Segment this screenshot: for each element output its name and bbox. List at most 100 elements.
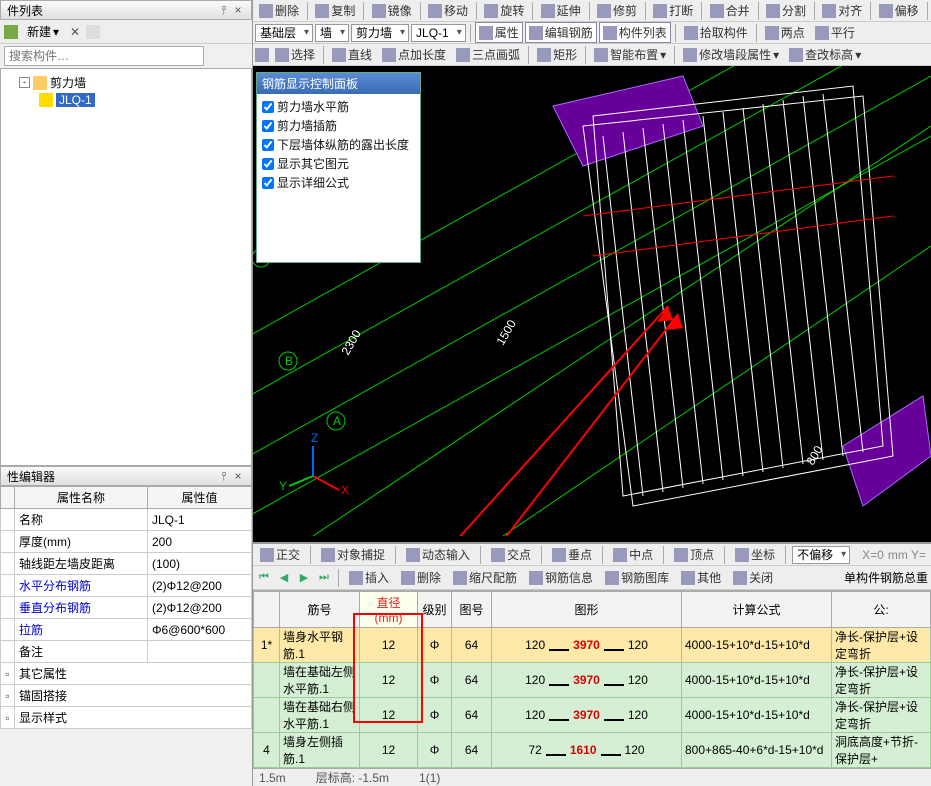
grid-其他[interactable]: 其他	[677, 567, 725, 588]
rebar-table[interactable]: 筋号直径(mm)级别图号图形计算公式公: 1* 墙身水平钢筋.1 12 Φ 64…	[253, 591, 931, 768]
prop-group[interactable]: 显示样式	[15, 707, 252, 729]
pin-icon[interactable]: ⫯	[217, 469, 231, 484]
new-button[interactable]: 新建 ▾	[22, 21, 64, 42]
checkbox[interactable]	[262, 177, 274, 189]
draw-选择[interactable]: 选择	[271, 44, 319, 65]
nav-btn[interactable]: ⏭	[316, 570, 332, 586]
rebar-option[interactable]: 显示详细公式	[262, 173, 415, 192]
copy-icon[interactable]	[86, 25, 100, 39]
col-header[interactable]: 图形	[492, 592, 682, 628]
rebar-name[interactable]: 墙身水平钢筋.1	[280, 628, 360, 663]
rebar-option[interactable]: 剪力墙插筋	[262, 116, 415, 135]
snap-垂点[interactable]: 垂点	[548, 544, 596, 565]
grid-删除[interactable]: 删除	[397, 567, 445, 588]
expand-icon[interactable]: ▫	[1, 663, 15, 685]
btn-属性[interactable]: 属性	[475, 22, 523, 43]
draw-智能布置[interactable]: 智能布置▾	[590, 44, 670, 65]
tool-旋转[interactable]: 旋转	[480, 0, 528, 21]
dropdown-剪力墙[interactable]: 剪力墙	[351, 24, 409, 42]
viewport-3d[interactable]: A B C 2300 1500 800 Z X Y	[253, 66, 931, 542]
prop-group[interactable]: 锚固搭接	[15, 685, 252, 707]
prop-group[interactable]: 其它属性	[15, 663, 252, 685]
tool-延伸[interactable]: 延伸	[537, 0, 585, 21]
col-header[interactable]: 筋号	[280, 592, 360, 628]
snap-正交[interactable]: 正交	[256, 544, 304, 565]
cursor-icon[interactable]	[255, 48, 269, 62]
rebar-option[interactable]: 显示其它图元	[262, 154, 415, 173]
snap-交点[interactable]: 交点	[487, 544, 535, 565]
dropdown-JLQ-1[interactable]: JLQ-1	[411, 24, 466, 42]
btn-构件列表[interactable]: 构件列表	[599, 22, 671, 43]
tool-打断[interactable]: 打断	[649, 0, 697, 21]
prop-name[interactable]: 厚度(mm)	[15, 531, 148, 553]
draw-修改墙段属性[interactable]: 修改墙段属性▾	[679, 44, 783, 65]
nav-btn[interactable]: ▶	[296, 570, 312, 586]
prop-name[interactable]: 垂直分布钢筋	[15, 597, 148, 619]
tree-node-shearwall[interactable]: - 剪力墙	[5, 73, 247, 92]
table-row[interactable]: 墙在基础左侧水平筋.1 12 Φ 64 1203970120 4000-15+1…	[254, 663, 931, 698]
tool-分割[interactable]: 分割	[762, 0, 810, 21]
property-table[interactable]: 属性名称属性值 名称JLQ-1厚度(mm)200轴线距左墙皮距离(100)水平分…	[0, 486, 252, 729]
table-row[interactable]: 墙在基础右侧水平筋.1 12 Φ 64 1203970120 4000-15+1…	[254, 698, 931, 733]
expand-icon[interactable]: ▫	[1, 685, 15, 707]
rebar-name[interactable]: 墙在基础右侧水平筋.1	[280, 698, 360, 733]
search-input[interactable]	[4, 46, 204, 66]
prop-value[interactable]: (2)Φ12@200	[147, 597, 251, 619]
btn-拾取构件[interactable]: 拾取构件	[680, 22, 752, 43]
close-icon[interactable]: ×	[231, 469, 245, 483]
prop-name[interactable]: 备注	[15, 641, 148, 663]
tool-对齐[interactable]: 对齐	[818, 0, 866, 21]
tool-复制[interactable]: 复制	[311, 0, 359, 21]
draw-点加长度[interactable]: 点加长度	[378, 44, 450, 65]
prop-name[interactable]: 轴线距左墙皮距离	[15, 553, 148, 575]
btn-两点[interactable]: 两点	[761, 22, 809, 43]
prop-value[interactable]: Φ6@600*600	[147, 619, 251, 641]
snap-顶点[interactable]: 顶点	[670, 544, 718, 565]
collapse-icon[interactable]: -	[19, 77, 30, 88]
draw-查改标高[interactable]: 查改标高▾	[785, 44, 865, 65]
tree-node-jlq1[interactable]: JLQ-1	[5, 92, 247, 108]
checkbox[interactable]	[262, 158, 274, 170]
prop-name[interactable]: 拉筋	[15, 619, 148, 641]
snap-对象捕捉[interactable]: 对象捕捉	[317, 544, 389, 565]
col-header[interactable]	[254, 592, 280, 628]
dropdown-墙[interactable]: 墙	[315, 24, 349, 42]
grid-关闭[interactable]: 关闭	[729, 567, 777, 588]
tool-偏移[interactable]: 偏移	[875, 0, 923, 21]
component-tree[interactable]: - 剪力墙 JLQ-1	[0, 68, 252, 466]
prop-value[interactable]: 200	[147, 531, 251, 553]
draw-直线[interactable]: 直线	[328, 44, 376, 65]
grid-钢筋图库[interactable]: 钢筋图库	[601, 567, 673, 588]
delete-icon[interactable]: ✕	[68, 25, 82, 39]
prop-value[interactable]: JLQ-1	[147, 509, 251, 531]
prop-value[interactable]	[147, 641, 251, 663]
snap-坐标[interactable]: 坐标	[731, 544, 779, 565]
rebar-name[interactable]: 墙身左侧插筋.1	[280, 733, 360, 768]
draw-三点画弧[interactable]: 三点画弧	[452, 44, 524, 65]
btn-平行[interactable]: 平行	[811, 22, 859, 43]
pin-icon[interactable]: ⫯	[217, 3, 231, 18]
col-header[interactable]: 直径(mm)	[360, 592, 418, 628]
tool-合并[interactable]: 合并	[706, 0, 754, 21]
rebar-option[interactable]: 剪力墙水平筋	[262, 97, 415, 116]
checkbox[interactable]	[262, 101, 274, 113]
tool-镜像[interactable]: 镜像	[368, 0, 416, 21]
dropdown-基础层[interactable]: 基础层	[255, 24, 313, 42]
table-row[interactable]: 4 墙身左侧插筋.1 12 Φ 64 721610120 800+865-40+…	[254, 733, 931, 768]
expand-icon[interactable]: ▫	[1, 707, 15, 729]
grid-缩尺配筋[interactable]: 缩尺配筋	[449, 567, 521, 588]
rebar-name[interactable]: 墙在基础左侧水平筋.1	[280, 663, 360, 698]
nav-btn[interactable]: ◀	[276, 570, 292, 586]
grid-插入[interactable]: 插入	[345, 567, 393, 588]
col-header[interactable]: 公:	[832, 592, 931, 628]
prop-value[interactable]: (100)	[147, 553, 251, 575]
close-icon[interactable]: ×	[231, 3, 245, 17]
col-header[interactable]: 计算公式	[682, 592, 832, 628]
prop-value[interactable]: (2)Φ12@200	[147, 575, 251, 597]
checkbox[interactable]	[262, 120, 274, 132]
snap-动态输入[interactable]: 动态输入	[402, 544, 474, 565]
prop-name[interactable]: 水平分布钢筋	[15, 575, 148, 597]
snap-中点[interactable]: 中点	[609, 544, 657, 565]
table-row[interactable]: 1* 墙身水平钢筋.1 12 Φ 64 1203970120 4000-15+1…	[254, 628, 931, 663]
tool-修剪[interactable]: 修剪	[593, 0, 641, 21]
